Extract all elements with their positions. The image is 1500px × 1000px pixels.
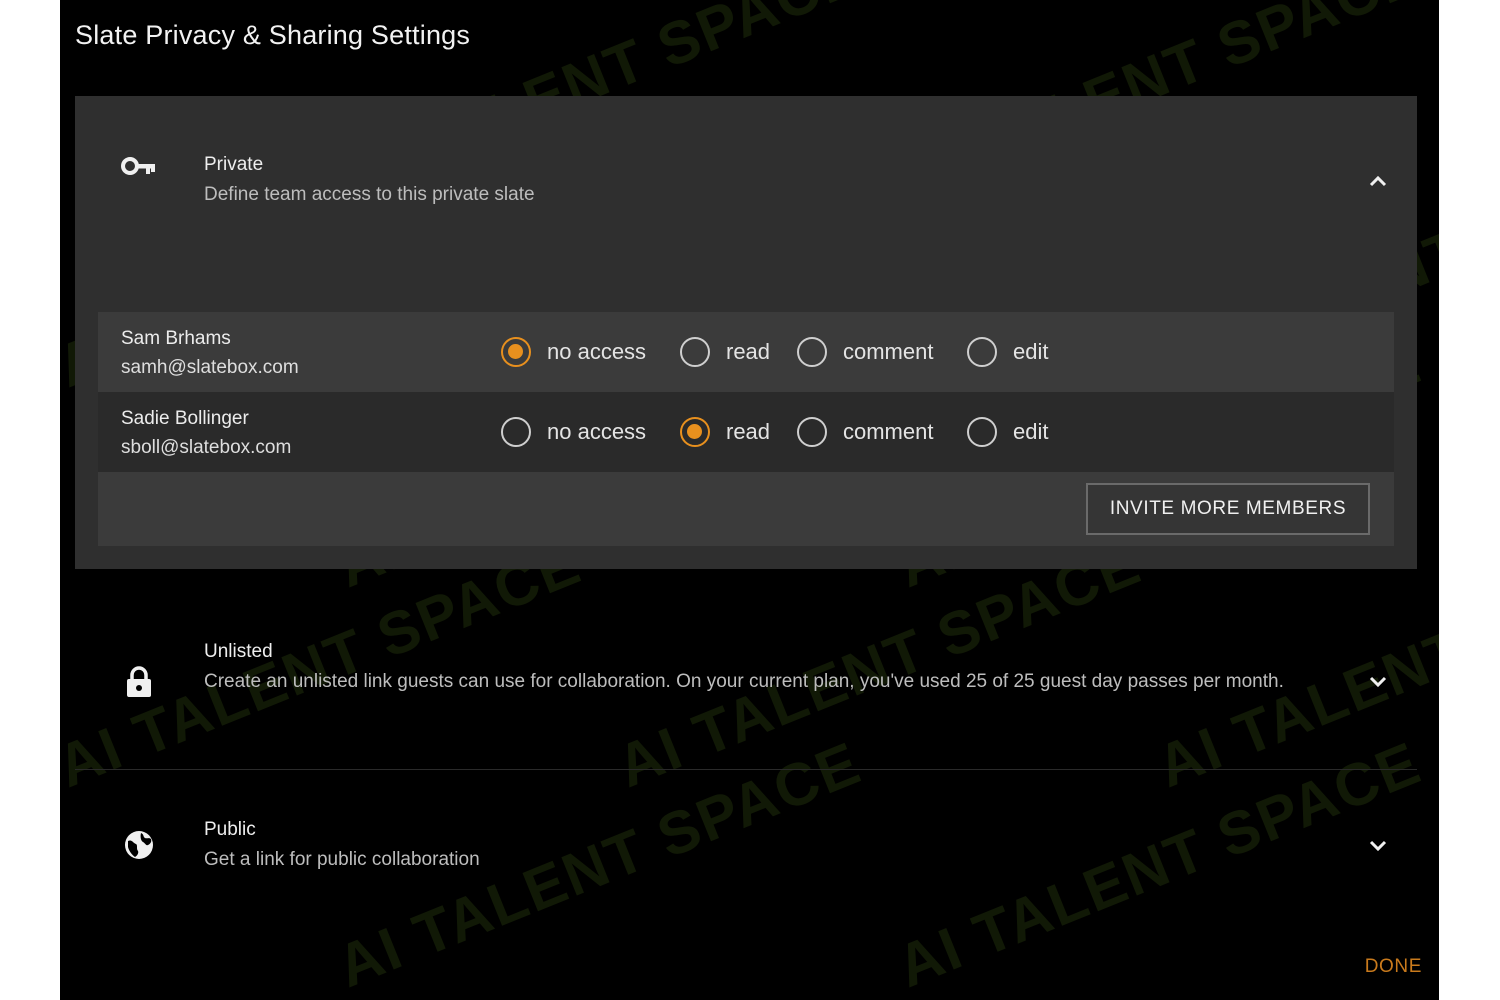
- radio-edit[interactable]: edit: [967, 336, 1048, 368]
- lock-icon: [121, 664, 157, 700]
- private-option-header[interactable]: Private Define team access to this priva…: [75, 144, 1417, 224]
- member-list: Sam Brhams samh@slatebox.com no access r…: [98, 312, 1394, 546]
- radio-read[interactable]: read: [680, 336, 770, 368]
- member-email: samh@slatebox.com: [121, 357, 299, 378]
- radio-checked-icon[interactable]: [501, 337, 531, 367]
- radio-label: read: [726, 339, 771, 364]
- public-option-text: Public Get a link for public collaborati…: [204, 815, 480, 875]
- radio-label: no access: [547, 419, 647, 444]
- radio-comment[interactable]: comment: [797, 416, 933, 448]
- member-row: Sam Brhams samh@slatebox.com no access r…: [98, 312, 1394, 392]
- unlisted-option[interactable]: Unlisted Create an unlisted link guests …: [75, 640, 1417, 740]
- radio-edit[interactable]: edit: [967, 416, 1048, 448]
- unlisted-option-text: Unlisted Create an unlisted link guests …: [204, 637, 1314, 697]
- unlisted-option-description: Create an unlisted link guests can use f…: [204, 671, 1284, 692]
- radio-comment[interactable]: comment: [797, 336, 933, 368]
- radio-no-access[interactable]: no access: [501, 416, 646, 448]
- chevron-down-icon[interactable]: [1367, 670, 1389, 692]
- member-name: Sam Brhams: [121, 328, 231, 349]
- member-row: Sadie Bollinger sboll@slatebox.com no ac…: [98, 392, 1394, 472]
- radio-unchecked-icon[interactable]: [967, 417, 997, 447]
- member-name: Sadie Bollinger: [121, 408, 249, 429]
- globe-icon: [121, 827, 157, 863]
- public-option-label: Public: [204, 819, 256, 840]
- radio-unchecked-icon[interactable]: [797, 417, 827, 447]
- unlisted-option-label: Unlisted: [204, 641, 273, 662]
- invite-bar: INVITE MORE MEMBERS: [98, 472, 1394, 546]
- public-option-description: Get a link for public collaboration: [204, 849, 480, 870]
- dialog-title: Slate Privacy & Sharing Settings: [75, 20, 471, 50]
- radio-unchecked-icon[interactable]: [797, 337, 827, 367]
- radio-label: comment: [843, 419, 934, 444]
- radio-label: read: [726, 419, 771, 444]
- radio-label: no access: [547, 339, 647, 364]
- radio-checked-icon[interactable]: [680, 417, 710, 447]
- done-button[interactable]: DONE: [1365, 956, 1422, 978]
- section-divider: [75, 769, 1417, 770]
- radio-read[interactable]: read: [680, 416, 770, 448]
- radio-no-access[interactable]: no access: [501, 336, 646, 368]
- member-email: sboll@slatebox.com: [121, 437, 292, 458]
- private-option-panel: Private Define team access to this priva…: [75, 96, 1417, 569]
- public-option[interactable]: Public Get a link for public collaborati…: [75, 818, 1417, 888]
- radio-label: comment: [843, 339, 934, 364]
- private-option-description: Define team access to this private slate: [204, 184, 535, 205]
- radio-label: edit: [1013, 419, 1049, 444]
- key-icon: [121, 148, 157, 184]
- invite-more-members-button[interactable]: INVITE MORE MEMBERS: [1086, 483, 1370, 535]
- chevron-down-icon[interactable]: [1367, 834, 1389, 856]
- radio-label: edit: [1013, 339, 1049, 364]
- chevron-up-icon[interactable]: [1367, 170, 1389, 192]
- radio-unchecked-icon[interactable]: [680, 337, 710, 367]
- private-option-label: Private: [204, 154, 264, 175]
- sharing-settings-dialog: AI TALENT SPACE AI TALENT SPACE AI TALEN…: [60, 0, 1439, 1000]
- radio-unchecked-icon[interactable]: [501, 417, 531, 447]
- private-option-text: Private Define team access to this priva…: [204, 150, 535, 210]
- radio-unchecked-icon[interactable]: [967, 337, 997, 367]
